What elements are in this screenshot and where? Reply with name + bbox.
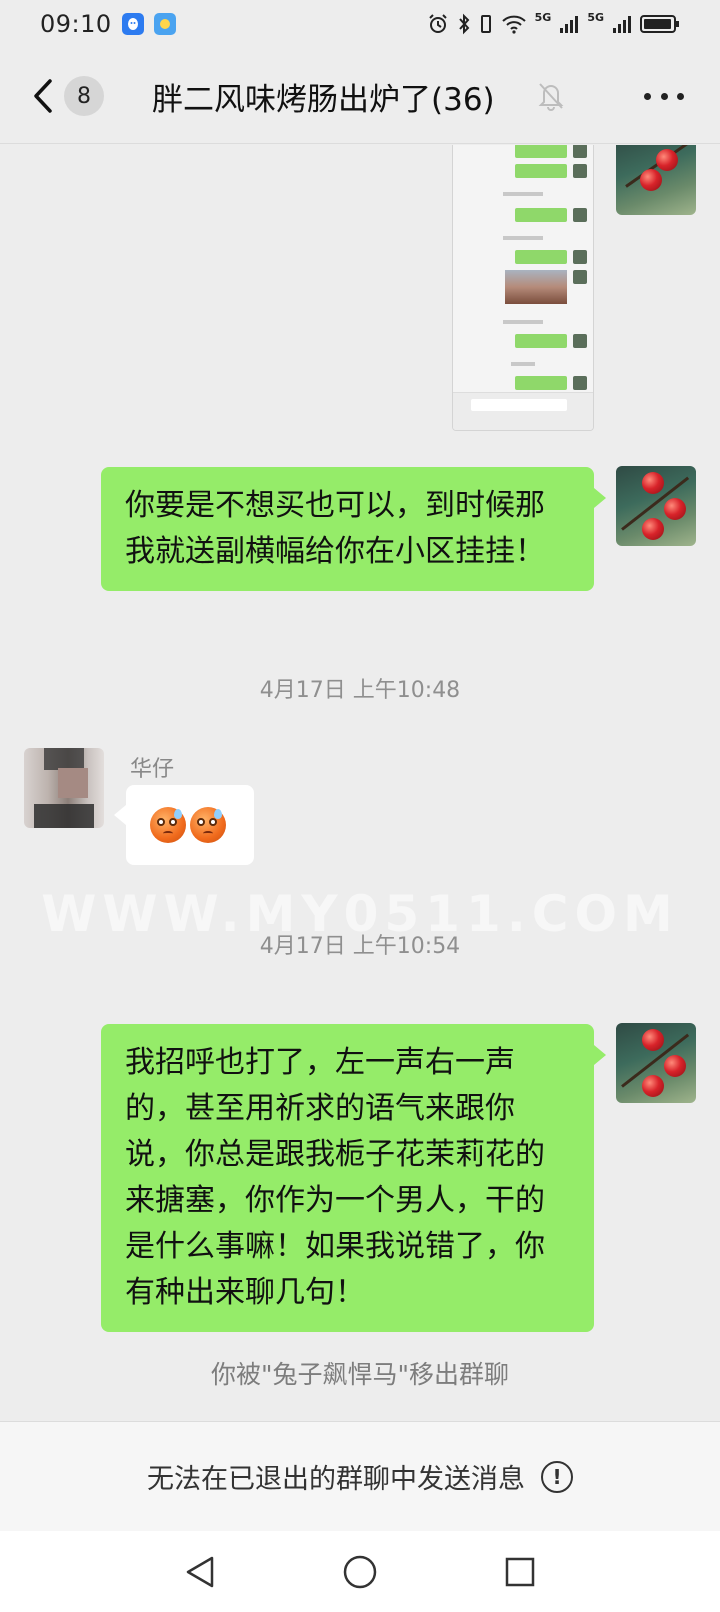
mini-bubble bbox=[515, 250, 567, 264]
avatar-fruit bbox=[664, 498, 686, 520]
mini-timestamp bbox=[511, 362, 535, 366]
mini-avatar bbox=[573, 250, 587, 264]
self-avatar[interactable] bbox=[616, 1023, 696, 1103]
self-text-bubble[interactable]: 我招呼也打了，左一声右一声的，甚至用祈求的语气来跟你说，你总是跟我栀子花茉莉花的… bbox=[101, 1024, 594, 1332]
avatar-fruit bbox=[642, 518, 664, 540]
status-time: 09:10 bbox=[40, 10, 112, 38]
avatar-fruit bbox=[640, 169, 662, 191]
status-right: 5G 5G bbox=[427, 10, 680, 35]
mini-timestamp bbox=[503, 320, 543, 324]
emoji-sweat-drop bbox=[174, 809, 182, 819]
disabled-input-text: 无法在已退出的群聊中发送消息 bbox=[147, 1464, 525, 1495]
mini-photo bbox=[505, 270, 567, 304]
network-type-label: 5G bbox=[534, 10, 552, 24]
mini-bubble bbox=[515, 376, 567, 390]
image-message[interactable] bbox=[452, 145, 594, 431]
sweat-emoji-icon bbox=[190, 807, 226, 843]
bluetooth-icon bbox=[458, 13, 469, 35]
circle-home-icon bbox=[343, 1555, 377, 1588]
emoji-mouth bbox=[203, 831, 213, 836]
emoji-bubble[interactable] bbox=[126, 785, 254, 865]
system-nav-bar bbox=[0, 1531, 720, 1612]
chat-title: 胖二风味烤肠出炉了(36) bbox=[152, 82, 495, 118]
mini-timestamp bbox=[503, 236, 543, 240]
avatar-fruit bbox=[656, 149, 678, 171]
avatar-fruit bbox=[642, 472, 664, 494]
mini-avatar bbox=[573, 208, 587, 222]
mini-timestamp bbox=[503, 192, 543, 196]
vibrate-icon bbox=[480, 15, 491, 33]
battery-icon bbox=[640, 15, 679, 33]
mini-avatar bbox=[573, 164, 587, 178]
self-text-bubble[interactable]: 你要是不想买也可以，到时候那我就送副横幅给你在小区挂挂！ bbox=[101, 467, 594, 591]
sweat-emoji-icon bbox=[150, 807, 186, 843]
more-dot bbox=[677, 92, 684, 100]
nav-home-button[interactable] bbox=[330, 1542, 390, 1602]
signal-icon-2 bbox=[613, 16, 631, 33]
avatar-blur-block bbox=[34, 804, 94, 828]
timestamp: 4月17日 上午10:48 bbox=[259, 678, 461, 703]
bubble-tail bbox=[594, 488, 606, 508]
avatar-fruit bbox=[642, 1075, 664, 1097]
bubble-tail bbox=[114, 805, 126, 825]
avatar-fruit bbox=[664, 1055, 686, 1077]
status-left: 09:10 bbox=[40, 10, 176, 38]
nav-recent-button[interactable] bbox=[490, 1542, 550, 1602]
avatar-blur-block bbox=[44, 748, 84, 770]
mini-input-bar bbox=[453, 392, 593, 430]
avatar-fruit bbox=[642, 1029, 664, 1051]
avatar-blur-block bbox=[58, 768, 88, 798]
weather-notification-icon bbox=[153, 13, 176, 35]
emoji-eye bbox=[209, 818, 217, 826]
self-avatar[interactable] bbox=[616, 466, 696, 546]
bell-off-icon bbox=[536, 80, 566, 112]
emoji-eye bbox=[157, 818, 165, 826]
chevron-left-icon bbox=[34, 79, 52, 113]
info-icon[interactable]: ! bbox=[541, 1460, 573, 1493]
chat-message-list[interactable]: 你要是不想买也可以，到时候那我就送副横幅给你在小区挂挂！ 4月17日 上午10:… bbox=[0, 145, 720, 1421]
self-avatar[interactable] bbox=[616, 145, 696, 215]
mini-avatar bbox=[573, 334, 587, 348]
emoji-eye bbox=[197, 818, 205, 826]
triangle-back-icon bbox=[186, 1556, 214, 1587]
nav-back-button[interactable] bbox=[170, 1542, 230, 1602]
more-dot bbox=[660, 92, 668, 100]
unread-count-badge[interactable]: 8 bbox=[64, 76, 104, 116]
emoji-eye bbox=[169, 818, 177, 826]
mini-bubble bbox=[515, 208, 567, 222]
square-recent-icon bbox=[505, 1557, 535, 1586]
mini-avatar bbox=[573, 145, 587, 158]
sender-name: 华仔 bbox=[130, 757, 175, 782]
signal-icon bbox=[560, 16, 579, 33]
back-button[interactable] bbox=[28, 78, 58, 114]
mini-avatar bbox=[573, 376, 587, 390]
mini-bubble bbox=[515, 334, 567, 348]
emoji-sweat-drop bbox=[214, 809, 222, 819]
emoji-mouth bbox=[163, 831, 173, 836]
disabled-input-bar: 无法在已退出的群聊中发送消息 ! bbox=[0, 1421, 720, 1531]
bubble-tail bbox=[594, 1045, 606, 1065]
more-dot bbox=[644, 92, 651, 100]
mini-avatar bbox=[573, 270, 587, 284]
mini-input bbox=[471, 399, 567, 411]
alarm-icon bbox=[428, 14, 447, 33]
system-notice: 你被"兔子飙悍马"移出群聊 bbox=[211, 1360, 509, 1389]
mini-bubble bbox=[515, 145, 567, 158]
network-type-label-2: 5G bbox=[587, 10, 604, 24]
mini-bubble bbox=[515, 164, 567, 178]
chat-header: 8 胖二风味烤肠出炉了(36) bbox=[0, 48, 720, 144]
member-avatar[interactable] bbox=[24, 748, 104, 828]
qq-notification-icon bbox=[121, 13, 144, 35]
more-options-button[interactable] bbox=[644, 86, 684, 106]
status-bar: 09:10 5G 5G bbox=[0, 0, 720, 48]
wifi-icon bbox=[501, 15, 526, 34]
timestamp: 4月17日 上午10:54 bbox=[259, 934, 461, 959]
